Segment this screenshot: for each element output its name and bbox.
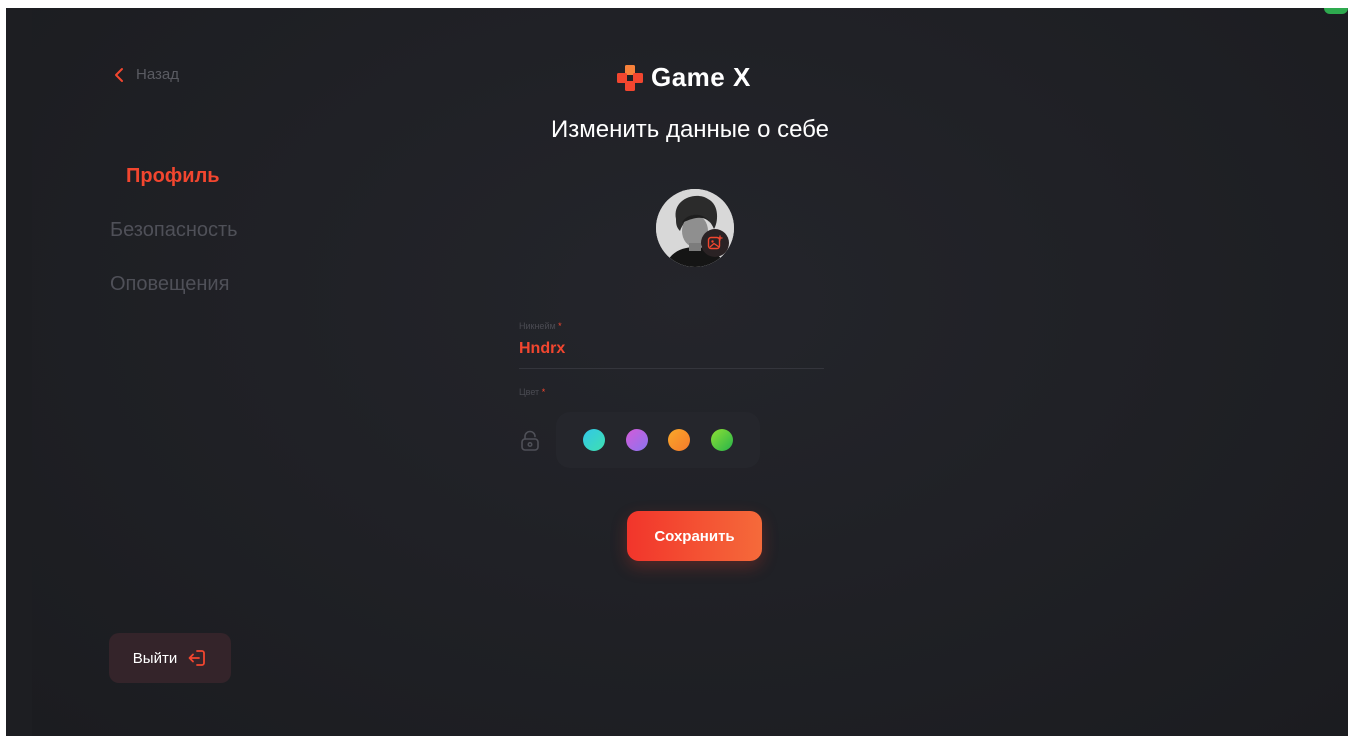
lock-icon <box>521 430 539 451</box>
logout-label: Выйти <box>132 649 178 667</box>
back-label: Назад <box>136 66 179 83</box>
color-picker <box>556 412 760 468</box>
nickname-underline <box>519 368 824 369</box>
brand-logo: Game X <box>615 62 751 93</box>
sidebar-item-notifications[interactable]: Оповещения <box>110 268 238 322</box>
avatar-upload[interactable] <box>656 189 734 267</box>
logout-icon <box>188 650 206 666</box>
color-swatch-green[interactable] <box>711 429 734 451</box>
page-title: Изменить данные о себе <box>551 116 829 143</box>
screen-bottom-edge <box>0 736 1354 740</box>
back-link[interactable]: Назад <box>114 66 179 83</box>
nickname-input[interactable]: Hndrx <box>519 340 565 358</box>
avatar <box>656 189 734 267</box>
status-indicator <box>1324 8 1348 14</box>
image-edit-icon <box>707 235 723 250</box>
screen-top-edge <box>0 0 1354 8</box>
avatar-edit-badge[interactable] <box>701 229 729 257</box>
avatar-portrait <box>656 189 734 267</box>
gamepad-cross-icon <box>617 64 643 91</box>
save-button[interactable]: Сохранить <box>627 511 762 561</box>
logout-button[interactable]: Выйти <box>109 633 231 683</box>
sidebar-item-security[interactable]: Безопасность <box>110 214 238 268</box>
color-swatch-violet[interactable] <box>625 429 648 451</box>
color-swatch-teal[interactable] <box>582 429 605 451</box>
brand-name: Game X <box>651 62 751 92</box>
settings-sidebar: Профиль Безопасность Оповещения <box>110 160 238 322</box>
color-label: Цвет * <box>519 387 546 397</box>
app-window: Назад Профиль Безопасность Оповещения Вы… <box>6 8 1348 736</box>
color-swatch-orange[interactable] <box>668 429 691 451</box>
nickname-label: Никнейм * <box>519 321 562 331</box>
chevron-left-icon <box>115 67 123 82</box>
sidebar-item-profile[interactable]: Профиль <box>110 160 238 214</box>
profile-settings-page: Назад Профиль Безопасность Оповещения Вы… <box>32 8 1348 736</box>
